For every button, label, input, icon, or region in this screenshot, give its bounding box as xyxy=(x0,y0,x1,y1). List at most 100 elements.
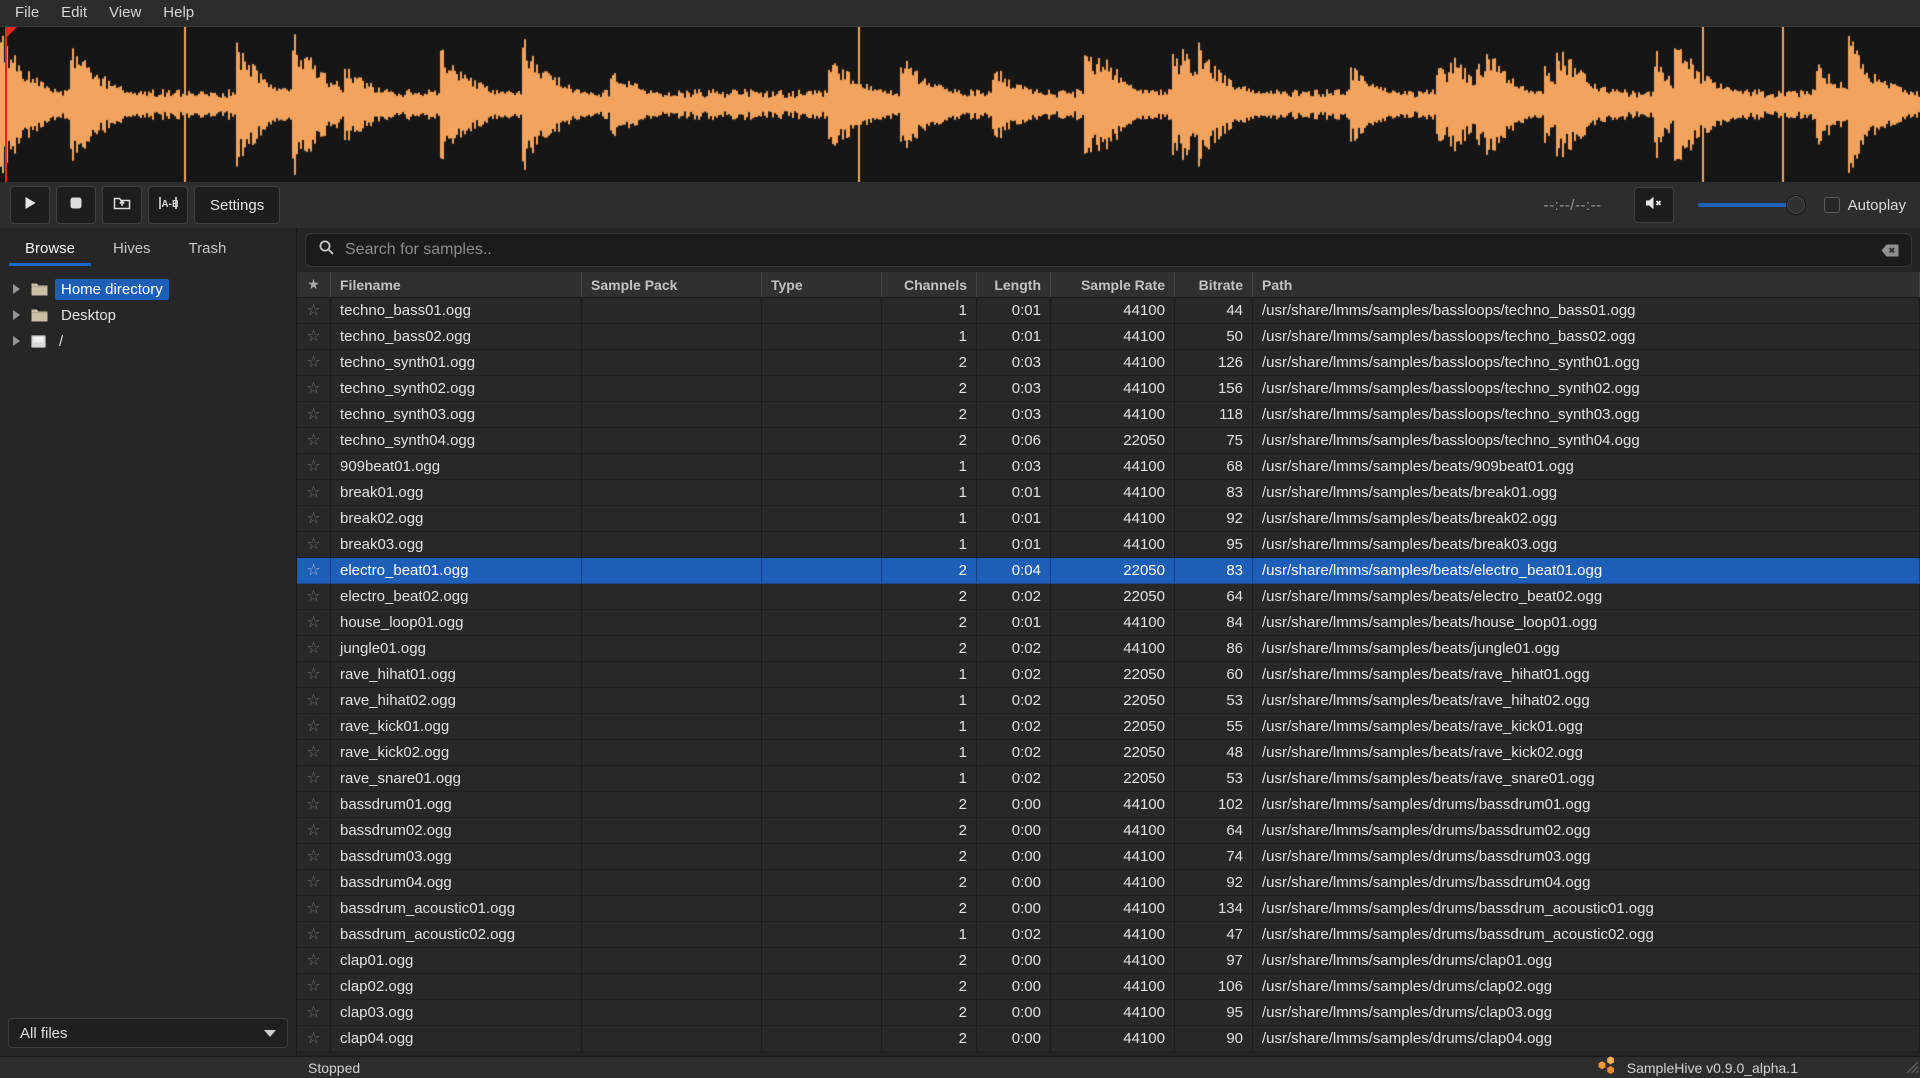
cell-favorite[interactable]: ☆ xyxy=(297,454,331,479)
menu-edit[interactable]: Edit xyxy=(50,0,98,26)
cell-favorite[interactable]: ☆ xyxy=(297,480,331,505)
column-header-channels[interactable]: Channels xyxy=(882,272,977,297)
table-row[interactable]: ☆rave_kick02.ogg10:022205048/usr/share/l… xyxy=(297,740,1920,766)
cell-favorite[interactable]: ☆ xyxy=(297,584,331,609)
menu-view[interactable]: View xyxy=(98,0,152,26)
star-icon[interactable]: ☆ xyxy=(306,303,320,319)
table-row[interactable]: ☆electro_beat01.ogg20:042205083/usr/shar… xyxy=(297,558,1920,584)
autoplay-checkbox[interactable] xyxy=(1824,197,1840,213)
cell-favorite[interactable]: ☆ xyxy=(297,532,331,557)
cell-favorite[interactable]: ☆ xyxy=(297,610,331,635)
star-icon[interactable]: ☆ xyxy=(306,797,320,813)
star-icon[interactable]: ☆ xyxy=(306,459,320,475)
star-icon[interactable]: ☆ xyxy=(306,641,320,657)
table-row[interactable]: ☆house_loop01.ogg20:014410084/usr/share/… xyxy=(297,610,1920,636)
star-icon[interactable]: ☆ xyxy=(306,1005,320,1021)
table-row[interactable]: ☆electro_beat02.ogg20:022205064/usr/shar… xyxy=(297,584,1920,610)
star-icon[interactable]: ☆ xyxy=(306,927,320,943)
star-icon[interactable]: ☆ xyxy=(306,719,320,735)
open-file-button[interactable] xyxy=(102,186,142,224)
star-icon[interactable]: ☆ xyxy=(306,589,320,605)
clear-search-icon[interactable] xyxy=(1881,244,1899,257)
play-button[interactable] xyxy=(10,186,50,224)
table-row[interactable]: ☆909beat01.ogg10:034410068/usr/share/lmm… xyxy=(297,454,1920,480)
tree-item[interactable]: Desktop xyxy=(0,302,296,328)
stop-button[interactable] xyxy=(56,186,96,224)
column-header-sample_pack[interactable]: Sample Pack xyxy=(582,272,762,297)
table-row[interactable]: ☆rave_hihat02.ogg10:022205053/usr/share/… xyxy=(297,688,1920,714)
table-row[interactable]: ☆break01.ogg10:014410083/usr/share/lmms/… xyxy=(297,480,1920,506)
tab-browse[interactable]: Browse xyxy=(6,228,94,268)
table-row[interactable]: ☆bassdrum_acoustic02.ogg10:024410047/usr… xyxy=(297,922,1920,948)
cell-favorite[interactable]: ☆ xyxy=(297,402,331,427)
table-row[interactable]: ☆bassdrum_acoustic01.ogg20:0044100134/us… xyxy=(297,896,1920,922)
star-icon[interactable]: ☆ xyxy=(306,875,320,891)
menu-help[interactable]: Help xyxy=(152,0,205,26)
ab-loop-button[interactable]: A-B xyxy=(148,186,188,224)
table-row[interactable]: ☆break02.ogg10:014410092/usr/share/lmms/… xyxy=(297,506,1920,532)
cell-favorite[interactable]: ☆ xyxy=(297,844,331,869)
table-row[interactable]: ☆techno_bass01.ogg10:014410044/usr/share… xyxy=(297,298,1920,324)
cell-favorite[interactable]: ☆ xyxy=(297,688,331,713)
column-header-bitrate[interactable]: Bitrate xyxy=(1175,272,1253,297)
table-row[interactable]: ☆bassdrum01.ogg20:0044100102/usr/share/l… xyxy=(297,792,1920,818)
star-icon[interactable]: ☆ xyxy=(306,511,320,527)
cell-favorite[interactable]: ☆ xyxy=(297,740,331,765)
table-row[interactable]: ☆clap03.ogg20:004410095/usr/share/lmms/s… xyxy=(297,1000,1920,1026)
table-row[interactable]: ☆techno_synth03.ogg20:0344100118/usr/sha… xyxy=(297,402,1920,428)
cell-favorite[interactable]: ☆ xyxy=(297,974,331,999)
cell-favorite[interactable]: ☆ xyxy=(297,506,331,531)
table-row[interactable]: ☆techno_bass02.ogg10:014410050/usr/share… xyxy=(297,324,1920,350)
star-icon[interactable]: ☆ xyxy=(306,329,320,345)
star-icon[interactable]: ☆ xyxy=(306,537,320,553)
column-header-path[interactable]: Path xyxy=(1253,272,1920,297)
star-icon[interactable]: ☆ xyxy=(306,667,320,683)
cell-favorite[interactable]: ☆ xyxy=(297,766,331,791)
cell-favorite[interactable]: ☆ xyxy=(297,714,331,739)
cell-favorite[interactable]: ☆ xyxy=(297,376,331,401)
expand-caret-icon[interactable] xyxy=(13,336,20,346)
waveform-canvas[interactable] xyxy=(0,27,1920,182)
search-input[interactable] xyxy=(345,241,1871,259)
star-icon[interactable]: ☆ xyxy=(306,381,320,397)
expand-caret-icon[interactable] xyxy=(13,310,20,320)
table-row[interactable]: ☆bassdrum03.ogg20:004410074/usr/share/lm… xyxy=(297,844,1920,870)
cell-favorite[interactable]: ☆ xyxy=(297,1000,331,1025)
resize-grip[interactable] xyxy=(1903,1058,1919,1077)
table-row[interactable]: ☆bassdrum04.ogg20:004410092/usr/share/lm… xyxy=(297,870,1920,896)
cell-favorite[interactable]: ☆ xyxy=(297,558,331,583)
star-icon[interactable]: ☆ xyxy=(306,745,320,761)
cell-favorite[interactable]: ☆ xyxy=(297,324,331,349)
cell-favorite[interactable]: ☆ xyxy=(297,662,331,687)
cell-favorite[interactable]: ☆ xyxy=(297,922,331,947)
star-icon[interactable]: ☆ xyxy=(306,693,320,709)
table-row[interactable]: ☆break03.ogg10:014410095/usr/share/lmms/… xyxy=(297,532,1920,558)
tree-item[interactable]: Home directory xyxy=(0,276,296,302)
cell-favorite[interactable]: ☆ xyxy=(297,1026,331,1051)
star-icon[interactable]: ☆ xyxy=(306,901,320,917)
column-header-length[interactable]: Length xyxy=(977,272,1051,297)
volume-slider[interactable] xyxy=(1698,195,1806,215)
tab-hives[interactable]: Hives xyxy=(94,228,170,268)
table-row[interactable]: ☆techno_synth04.ogg20:062205075/usr/shar… xyxy=(297,428,1920,454)
waveform-panel[interactable] xyxy=(0,26,1920,182)
column-header-type[interactable]: Type xyxy=(762,272,882,297)
column-header-filename[interactable]: Filename xyxy=(331,272,582,297)
table-row[interactable]: ☆clap04.ogg20:004410090/usr/share/lmms/s… xyxy=(297,1026,1920,1052)
tab-trash[interactable]: Trash xyxy=(170,228,246,268)
table-row[interactable]: ☆clap01.ogg20:004410097/usr/share/lmms/s… xyxy=(297,948,1920,974)
star-icon[interactable]: ☆ xyxy=(306,563,320,579)
menu-file[interactable]: File xyxy=(4,0,50,26)
cell-favorite[interactable]: ☆ xyxy=(297,298,331,323)
star-icon[interactable]: ☆ xyxy=(306,1031,320,1047)
star-icon[interactable]: ☆ xyxy=(306,407,320,423)
table-row[interactable]: ☆techno_synth02.ogg20:0344100156/usr/sha… xyxy=(297,376,1920,402)
expand-caret-icon[interactable] xyxy=(13,284,20,294)
star-icon[interactable]: ☆ xyxy=(306,953,320,969)
column-header-favorite[interactable]: ★ xyxy=(297,272,331,297)
cell-favorite[interactable]: ☆ xyxy=(297,636,331,661)
mute-button[interactable] xyxy=(1634,187,1674,223)
star-icon[interactable]: ☆ xyxy=(306,355,320,371)
volume-slider-knob[interactable] xyxy=(1786,195,1806,215)
tree-item[interactable]: / xyxy=(0,328,296,354)
